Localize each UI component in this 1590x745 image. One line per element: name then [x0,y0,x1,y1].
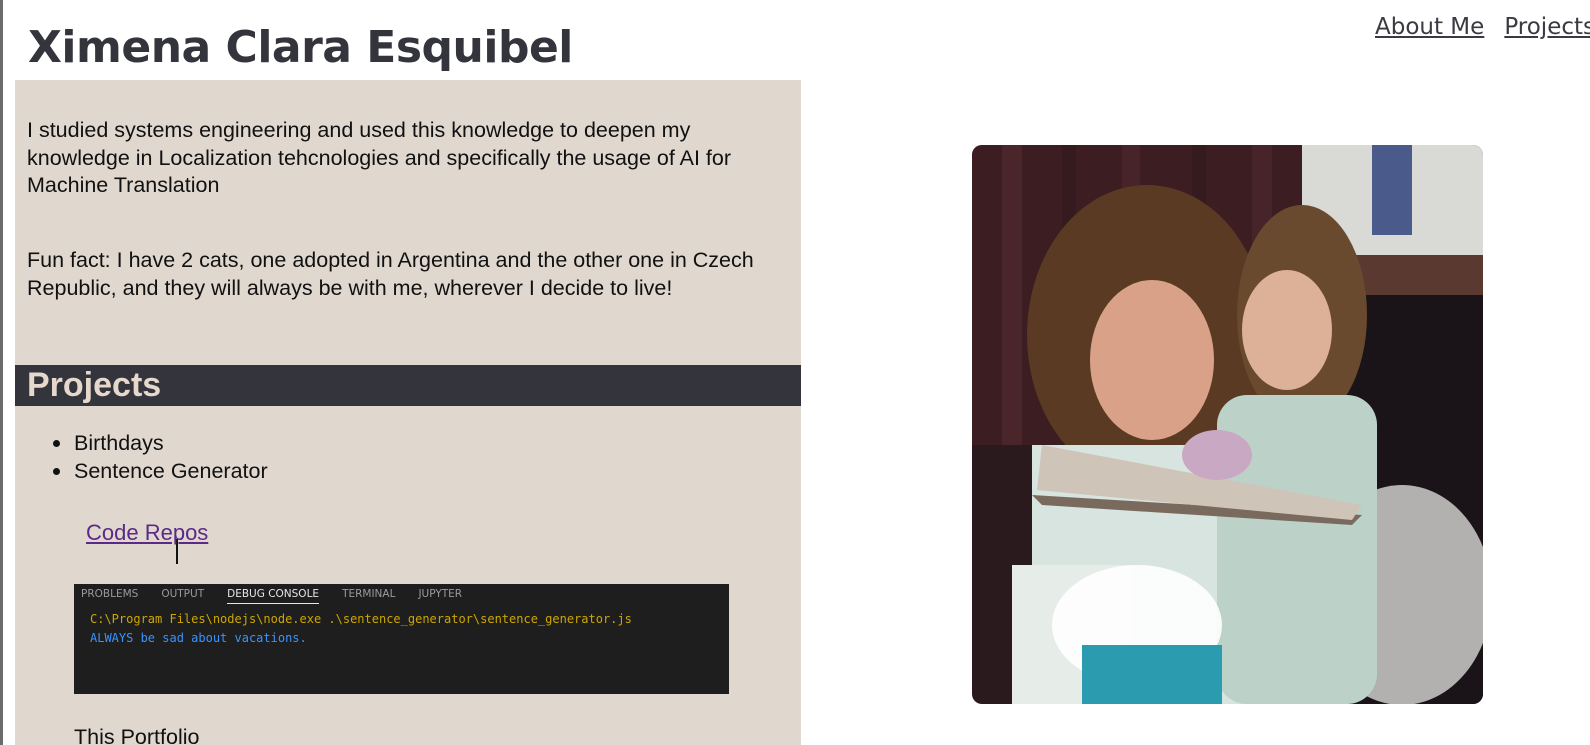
about-panel: I studied systems engineering and used t… [15,80,801,745]
family-photo-illustration [972,145,1483,704]
nav-link-projects[interactable]: Projects [1504,14,1590,40]
family-photo [972,145,1483,704]
about-paragraph-2: Fun fact: I have 2 cats, one adopted in … [27,248,754,300]
window-left-border [0,0,3,745]
about-paragraph-1: I studied systems engineering and used t… [27,118,731,197]
nav-link-about-me[interactable]: About Me [1375,14,1484,40]
top-nav: About Me Projects [1375,14,1590,40]
console-command-line: C:\Program Files\nodejs\node.exe .\sente… [90,612,632,626]
project-list: Birthdays Sentence Generator [53,429,268,485]
list-item-sentence-generator: Sentence Generator [53,459,268,483]
debug-console-screenshot: PROBLEMS OUTPUT DEBUG CONSOLE TERMINAL J… [74,584,729,694]
tab-output: OUTPUT [161,588,205,600]
site-title: Ximena Clara Esquibel [28,22,573,73]
projects-heading: Projects [27,366,162,404]
tab-jupyter: JUPYTER [418,588,463,600]
tab-terminal: TERMINAL [342,588,396,600]
projects-heading-bar: Projects [15,365,801,406]
tab-debug-console: DEBUG CONSOLE [227,588,320,604]
list-item-this-portfolio: This Portfolio [74,725,200,745]
tab-problems: PROBLEMS [81,588,139,600]
list-item-birthdays: Birthdays [53,429,268,457]
console-tabs: PROBLEMS OUTPUT DEBUG CONSOLE TERMINAL J… [81,588,485,604]
console-output-line: ALWAYS be sad about vacations. [90,631,307,645]
code-repos-link[interactable]: Code Repos [86,520,208,546]
